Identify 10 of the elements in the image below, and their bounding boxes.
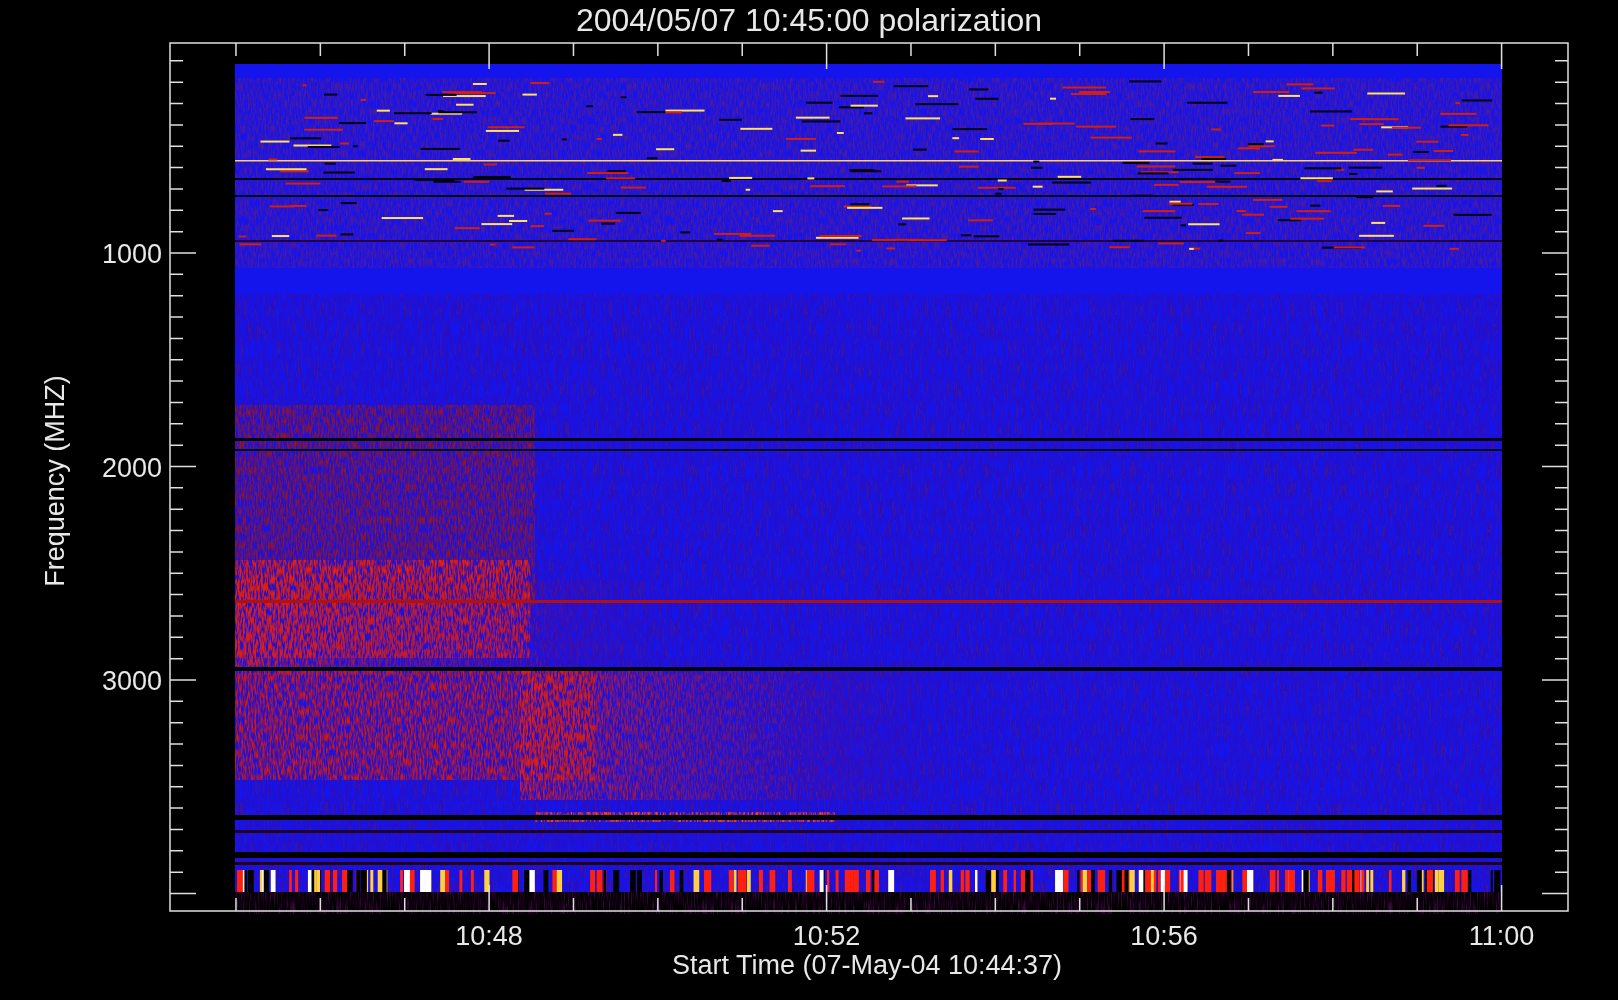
y-tick-label: 3000 [101, 666, 162, 696]
plot-title: 2004/05/07 10:45:00 polarization [575, 2, 1043, 38]
y-axis-title: Frequency (MHZ) [40, 375, 70, 587]
x-tick-label: 10:52 [792, 921, 861, 951]
x-tick-label: 10:56 [1130, 921, 1198, 951]
y-tick-label: 2000 [101, 452, 162, 483]
y-tick-label: 1000 [101, 239, 162, 269]
x-tick-label: 10:48 [455, 921, 523, 951]
x-tick-label: 11:00 [1468, 921, 1535, 951]
x-axis-title: Start Time (07-May-04 10:44:37) [671, 950, 1063, 980]
